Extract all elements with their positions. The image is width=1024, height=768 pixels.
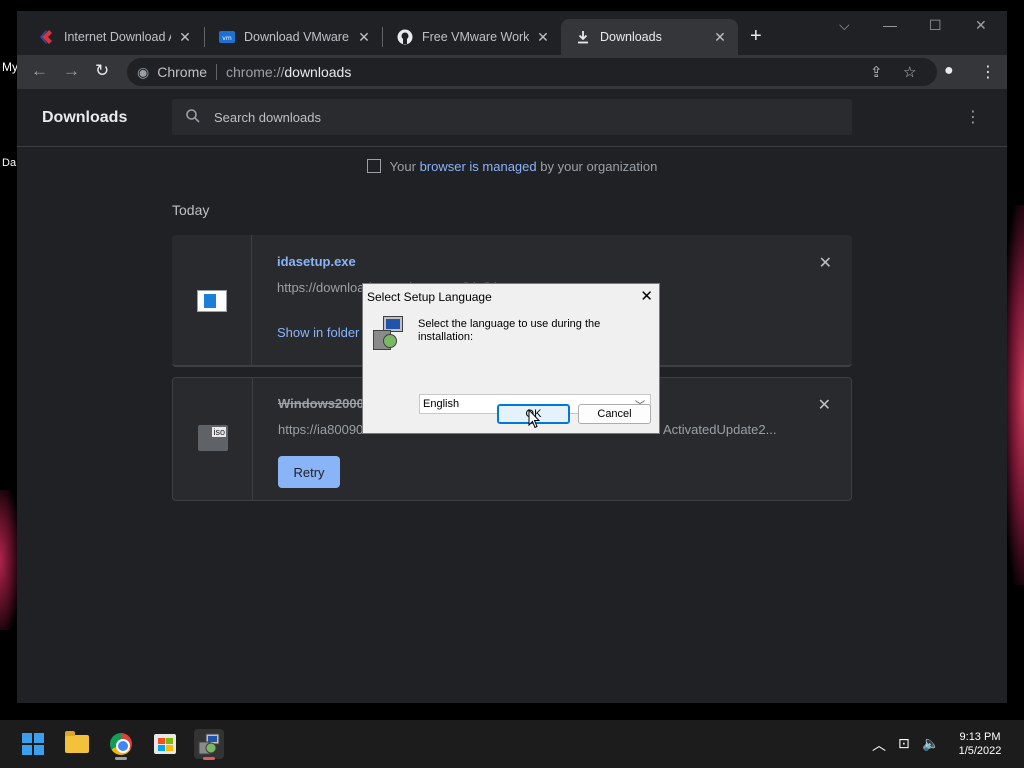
wallpaper-glow-left bbox=[0, 490, 18, 630]
downloads-menu-icon[interactable]: ⋮ bbox=[965, 107, 981, 127]
setup-icon bbox=[198, 733, 220, 755]
file-url-end[interactable]: ActivatedUpdate2... bbox=[663, 422, 776, 437]
exe-file-icon bbox=[197, 290, 227, 312]
github-icon bbox=[397, 29, 413, 45]
dialog-title: Select Setup Language bbox=[367, 290, 492, 304]
managed-link[interactable]: browser is managed bbox=[420, 159, 537, 174]
tab-free-vmware[interactable]: Free VMware Workstation ✕ bbox=[383, 19, 561, 55]
forward-icon[interactable]: → bbox=[63, 61, 80, 81]
store-icon bbox=[154, 734, 176, 754]
downloads-header: Downloads ⋮ bbox=[17, 89, 1007, 147]
search-icon bbox=[186, 108, 200, 126]
file-icon-column bbox=[172, 235, 252, 365]
bookmark-star-icon[interactable]: ☆ bbox=[903, 63, 916, 81]
remove-item-icon[interactable]: ✕ bbox=[819, 253, 832, 273]
back-icon[interactable]: ← bbox=[31, 61, 48, 81]
omnibox-url[interactable]: chrome://downloads bbox=[226, 64, 351, 80]
tab-title: Download VMware Workstation bbox=[244, 30, 350, 44]
search-input[interactable] bbox=[214, 109, 814, 125]
file-icon-column: iso bbox=[173, 378, 253, 500]
site-info-icon[interactable]: ◉ bbox=[137, 64, 149, 81]
reload-icon[interactable]: ↻ bbox=[95, 61, 109, 81]
tab-close-icon[interactable]: ✕ bbox=[535, 29, 551, 46]
browser-toolbar: ← → ↻ ◉ Chrome chrome://downloads ⇪ ☆ ● … bbox=[17, 55, 1007, 89]
tab-downloads[interactable]: Downloads ✕ bbox=[561, 19, 738, 55]
clock-time: 9:13 PM bbox=[959, 731, 1001, 743]
browser-menu-icon[interactable]: ⋮ bbox=[980, 62, 996, 82]
start-button[interactable] bbox=[18, 729, 48, 759]
mouse-cursor-icon bbox=[528, 409, 540, 429]
network-icon[interactable]: ⊡ bbox=[898, 735, 910, 752]
share-icon[interactable]: ⇪ bbox=[870, 63, 883, 81]
store-button[interactable] bbox=[150, 729, 180, 759]
building-icon bbox=[366, 159, 381, 173]
omnibox[interactable]: ◉ Chrome chrome://downloads ⇪ ☆ bbox=[127, 58, 937, 86]
managed-notice: Your browser is managed by your organiza… bbox=[17, 159, 1007, 174]
ida-icon bbox=[39, 29, 55, 45]
folder-icon bbox=[65, 731, 89, 753]
new-tab-button[interactable]: + bbox=[750, 25, 762, 48]
tab-close-icon[interactable]: ✕ bbox=[356, 29, 372, 46]
tab-title: Free VMware Workstation bbox=[422, 30, 529, 44]
iso-file-icon: iso bbox=[198, 425, 228, 451]
tab-title: Downloads bbox=[600, 30, 662, 44]
file-name-link[interactable]: Windows2000 bbox=[278, 396, 364, 411]
svg-text:vm: vm bbox=[222, 35, 232, 42]
download-icon bbox=[575, 29, 591, 45]
language-select-value: English bbox=[423, 398, 460, 410]
cancel-button[interactable]: Cancel bbox=[578, 404, 651, 424]
search-bar[interactable] bbox=[172, 99, 852, 135]
close-window-icon[interactable]: ✕ bbox=[975, 17, 987, 34]
show-in-folder-link[interactable]: Show in folder bbox=[277, 325, 359, 340]
vmware-icon: vm bbox=[219, 29, 235, 45]
chrome-taskbar-button[interactable] bbox=[106, 729, 136, 760]
remove-item-icon[interactable]: ✕ bbox=[818, 395, 831, 415]
file-explorer-button[interactable] bbox=[62, 729, 92, 759]
omnibox-chip: Chrome bbox=[157, 64, 218, 80]
tab-internet-download-accelerator[interactable]: Internet Download Accelerator ✕ bbox=[25, 19, 203, 55]
day-label: Today bbox=[172, 202, 210, 218]
setup-taskbar-button[interactable] bbox=[194, 729, 224, 760]
dialog-close-icon[interactable]: ✕ bbox=[640, 287, 653, 305]
windows-logo-icon bbox=[22, 733, 44, 755]
select-language-dialog: Select Setup Language ✕ Select the langu… bbox=[362, 283, 660, 434]
profile-icon[interactable]: ● bbox=[944, 62, 954, 80]
running-indicator bbox=[203, 757, 215, 760]
tab-title: Internet Download Accelerator bbox=[64, 30, 171, 44]
taskbar: ︿ ⊡ 🔈 9:13 PM 1/5/2022 bbox=[0, 720, 1024, 768]
minimize-icon[interactable]: — bbox=[883, 17, 897, 33]
setup-icon bbox=[373, 316, 403, 350]
running-indicator bbox=[115, 757, 127, 760]
file-url-start[interactable]: https://ia80090 bbox=[278, 422, 363, 437]
page-title: Downloads bbox=[42, 109, 128, 126]
clock-date: 1/5/2022 bbox=[958, 745, 1002, 757]
dialog-message: Select the language to use during the in… bbox=[418, 318, 601, 343]
tab-close-icon[interactable]: ✕ bbox=[712, 29, 728, 46]
wallpaper-glow bbox=[1004, 205, 1024, 585]
file-name-link[interactable]: idasetup.exe bbox=[277, 254, 356, 269]
chrome-icon bbox=[110, 733, 132, 755]
volume-icon[interactable]: 🔈 bbox=[922, 735, 939, 752]
tab-close-icon[interactable]: ✕ bbox=[177, 29, 193, 46]
tab-download-vmware[interactable]: vm Download VMware Workstation ✕ bbox=[205, 19, 382, 55]
clock[interactable]: 9:13 PM 1/5/2022 bbox=[950, 730, 1010, 758]
show-hidden-icons-chevron-icon[interactable]: ︿ bbox=[872, 735, 886, 755]
maximize-icon[interactable]: ☐ bbox=[929, 17, 942, 34]
tab-search-chevron-icon[interactable]: ⌵ bbox=[839, 17, 850, 34]
desktop-label-da: Da bbox=[2, 157, 17, 169]
desktop-label-my: My bbox=[2, 60, 18, 74]
tab-strip: Internet Download Accelerator ✕ vm Downl… bbox=[17, 11, 1007, 55]
retry-button[interactable]: Retry bbox=[278, 456, 340, 488]
